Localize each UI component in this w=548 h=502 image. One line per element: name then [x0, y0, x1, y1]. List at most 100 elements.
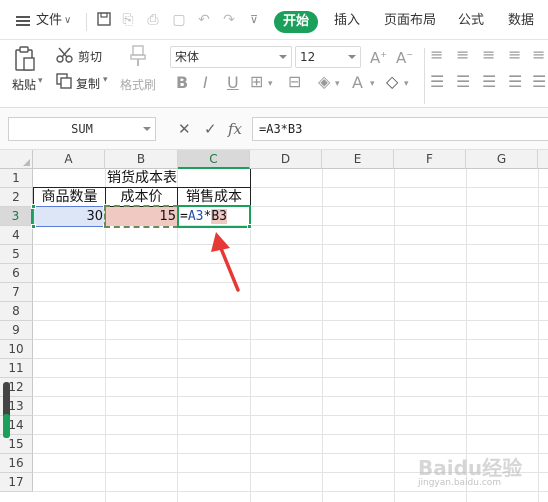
row-header-5[interactable]: 5 [0, 245, 33, 264]
export-icon[interactable]: ⎘ [120, 12, 136, 28]
name-box-value: SUM [71, 122, 93, 136]
fill-color-chevron-icon[interactable]: ▾ [335, 75, 340, 93]
file-menu[interactable]: 文件 [36, 9, 62, 33]
reference-handle[interactable] [31, 204, 36, 209]
row-header-9[interactable]: 9 [0, 321, 33, 340]
row-header-4[interactable]: 4 [0, 226, 33, 245]
tab-insert[interactable]: 插入 [334, 9, 360, 33]
save-icon[interactable] [96, 12, 112, 28]
borders-icon[interactable]: ⊞ [250, 73, 263, 91]
undo-icon[interactable]: ↶ [196, 12, 212, 28]
font-name-select[interactable]: 宋体 [170, 46, 292, 68]
name-box-chevron-icon [143, 127, 151, 131]
gridline [33, 415, 548, 416]
tab-page-layout[interactable]: 页面布局 [384, 9, 436, 33]
row-header-16[interactable]: 16 [0, 454, 33, 473]
tab-home[interactable]: 开始 [274, 11, 318, 33]
column-header-f[interactable]: F [394, 150, 466, 169]
redo-icon[interactable]: ↷ [221, 12, 237, 28]
cell-a2-header[interactable]: 商品数量 [34, 188, 105, 207]
format-painter-button[interactable]: 格式刷 [120, 76, 156, 93]
gridline [33, 320, 548, 321]
print-preview-icon[interactable]: ▢ [171, 12, 187, 28]
column-header-c[interactable]: C [178, 150, 250, 169]
underline-icon[interactable]: U [227, 74, 239, 92]
font-size-select[interactable]: 12 [295, 46, 361, 68]
align-middle-icon[interactable]: ≡ [456, 46, 469, 64]
confirm-formula-icon[interactable]: ✓ [204, 119, 217, 139]
gridline [33, 301, 548, 302]
font-color-chevron-icon[interactable]: ▾ [370, 75, 375, 93]
borders-chevron-icon[interactable]: ▾ [268, 75, 273, 93]
align-bottom-icon[interactable]: ≡ [482, 46, 495, 64]
align-center-icon[interactable]: ☰ [456, 73, 470, 91]
quick-access-dropdown-icon[interactable]: ⊽ [246, 12, 262, 28]
paste-button[interactable]: 粘贴 [12, 76, 36, 93]
bold-icon[interactable]: B [176, 74, 188, 92]
reference-handle[interactable] [31, 224, 36, 229]
row-header-7[interactable]: 7 [0, 283, 33, 302]
orientation-icon[interactable]: ≡ [508, 46, 521, 64]
red-arrow-annotation-icon [211, 232, 240, 292]
gridline [33, 263, 548, 264]
paste-chevron-icon[interactable]: ▾ [38, 76, 43, 86]
distribute-icon[interactable]: ☰ [532, 73, 546, 91]
menu-bar: 文件 ∨ ⎘ ⎙ ▢ ↶ ↷ ⊽ 开始 插入 页面布局 公式 数据 [0, 0, 548, 40]
name-box[interactable]: SUM [8, 117, 156, 141]
column-header-b[interactable]: B [105, 150, 178, 169]
italic-icon[interactable]: I [203, 74, 208, 92]
select-all-corner[interactable] [0, 150, 33, 169]
scissors-icon[interactable] [56, 46, 74, 64]
row-header-10[interactable]: 10 [0, 340, 33, 359]
format-painter-icon[interactable] [128, 44, 148, 68]
justify-icon[interactable]: ☰ [508, 73, 522, 91]
fill-color-icon[interactable]: ◈ [318, 73, 330, 91]
copy-chevron-icon[interactable]: ▾ [103, 75, 108, 85]
decrease-font-size-icon[interactable]: A− [396, 46, 413, 67]
column-header-h[interactable] [538, 150, 548, 169]
fill-handle[interactable] [247, 224, 252, 229]
formula-bar: SUM ✕ ✓ fx =A3*B3 [0, 108, 548, 150]
indent-icon[interactable]: ≡ [532, 46, 545, 64]
align-top-icon[interactable]: ≡ [430, 46, 443, 64]
cut-button[interactable]: 剪切 [78, 48, 102, 65]
copy-icon[interactable] [56, 73, 72, 89]
print-icon[interactable]: ⎙ [145, 12, 161, 28]
column-header-d[interactable]: D [250, 150, 322, 169]
hamburger-menu-icon[interactable] [16, 16, 30, 26]
row-header-11[interactable]: 11 [0, 359, 33, 378]
column-header-g[interactable]: G [466, 150, 538, 169]
file-menu-chevron-icon[interactable]: ∨ [64, 9, 71, 33]
font-name-chevron-icon [279, 55, 287, 59]
paste-icon[interactable] [14, 46, 36, 72]
increase-font-size-icon[interactable]: A+ [370, 46, 387, 67]
cell-a1-title[interactable]: 销货成本表 [34, 169, 250, 188]
watermark-url: jingyan.baidu.com [418, 478, 502, 488]
align-left-icon[interactable]: ☰ [430, 73, 444, 91]
row-header-1[interactable]: 1 [0, 169, 33, 188]
column-header-e[interactable]: E [322, 150, 394, 169]
table-border [250, 169, 251, 207]
gridline [33, 358, 548, 359]
row-header-3[interactable]: 3 [0, 207, 33, 226]
clear-eraser-icon[interactable]: ◇ [386, 73, 398, 91]
row-header-2[interactable]: 2 [0, 188, 33, 207]
column-header-a[interactable]: A [33, 150, 105, 169]
row-header-6[interactable]: 6 [0, 264, 33, 283]
row-header-8[interactable]: 8 [0, 302, 33, 321]
row-header-17[interactable]: 17 [0, 473, 33, 492]
align-right-icon[interactable]: ☰ [482, 73, 496, 91]
copy-button[interactable]: 复制 [76, 75, 100, 92]
clear-chevron-icon[interactable]: ▾ [404, 75, 409, 93]
gridline [33, 377, 548, 378]
formula-input[interactable]: =A3*B3 [252, 117, 548, 141]
tab-formulas[interactable]: 公式 [458, 9, 484, 33]
vertical-scroll-thumb-active[interactable] [3, 414, 10, 438]
gridline [33, 434, 548, 435]
gridline [33, 282, 548, 283]
font-color-icon[interactable]: A [352, 74, 363, 92]
cancel-formula-icon[interactable]: ✕ [178, 119, 191, 139]
tab-data[interactable]: 数据 [508, 9, 534, 33]
insert-function-icon[interactable]: fx [228, 119, 242, 139]
merge-icon[interactable]: ⊟ [288, 73, 301, 91]
